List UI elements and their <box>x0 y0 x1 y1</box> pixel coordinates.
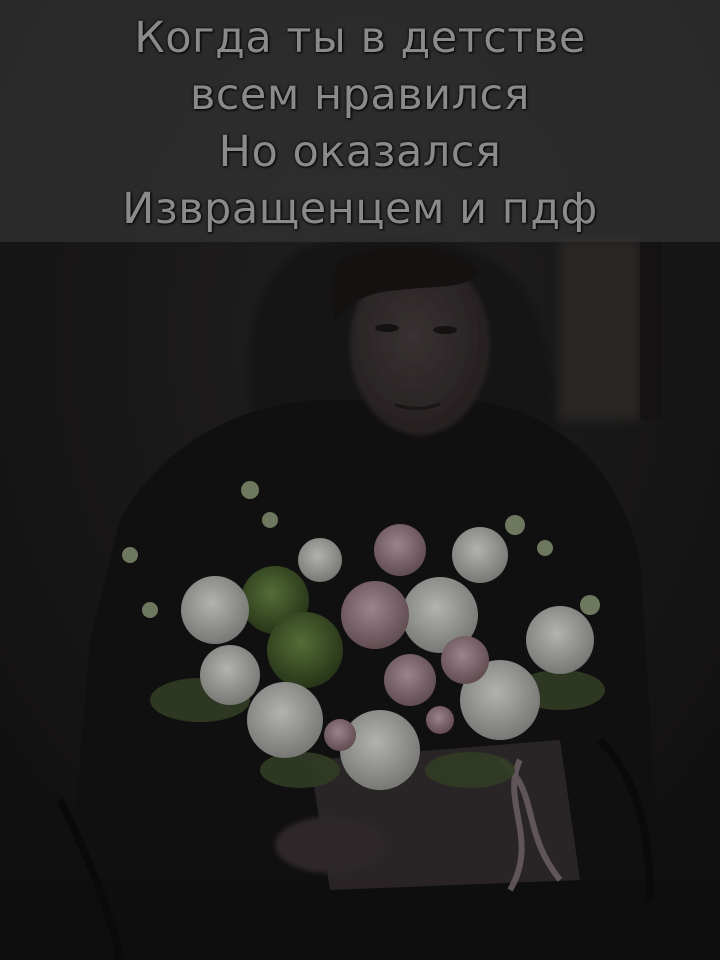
caption-line: всем нравился <box>189 70 531 120</box>
caption-line: Когда ты в детстве <box>134 13 586 63</box>
caption-line: Извращенцем и пдф <box>122 184 598 234</box>
caption-line: Но оказался <box>218 127 502 177</box>
caption: Когда ты в детстве всем нравился Но оказ… <box>0 10 720 238</box>
meme-frame: Когда ты в детстве всем нравился Но оказ… <box>0 0 720 960</box>
